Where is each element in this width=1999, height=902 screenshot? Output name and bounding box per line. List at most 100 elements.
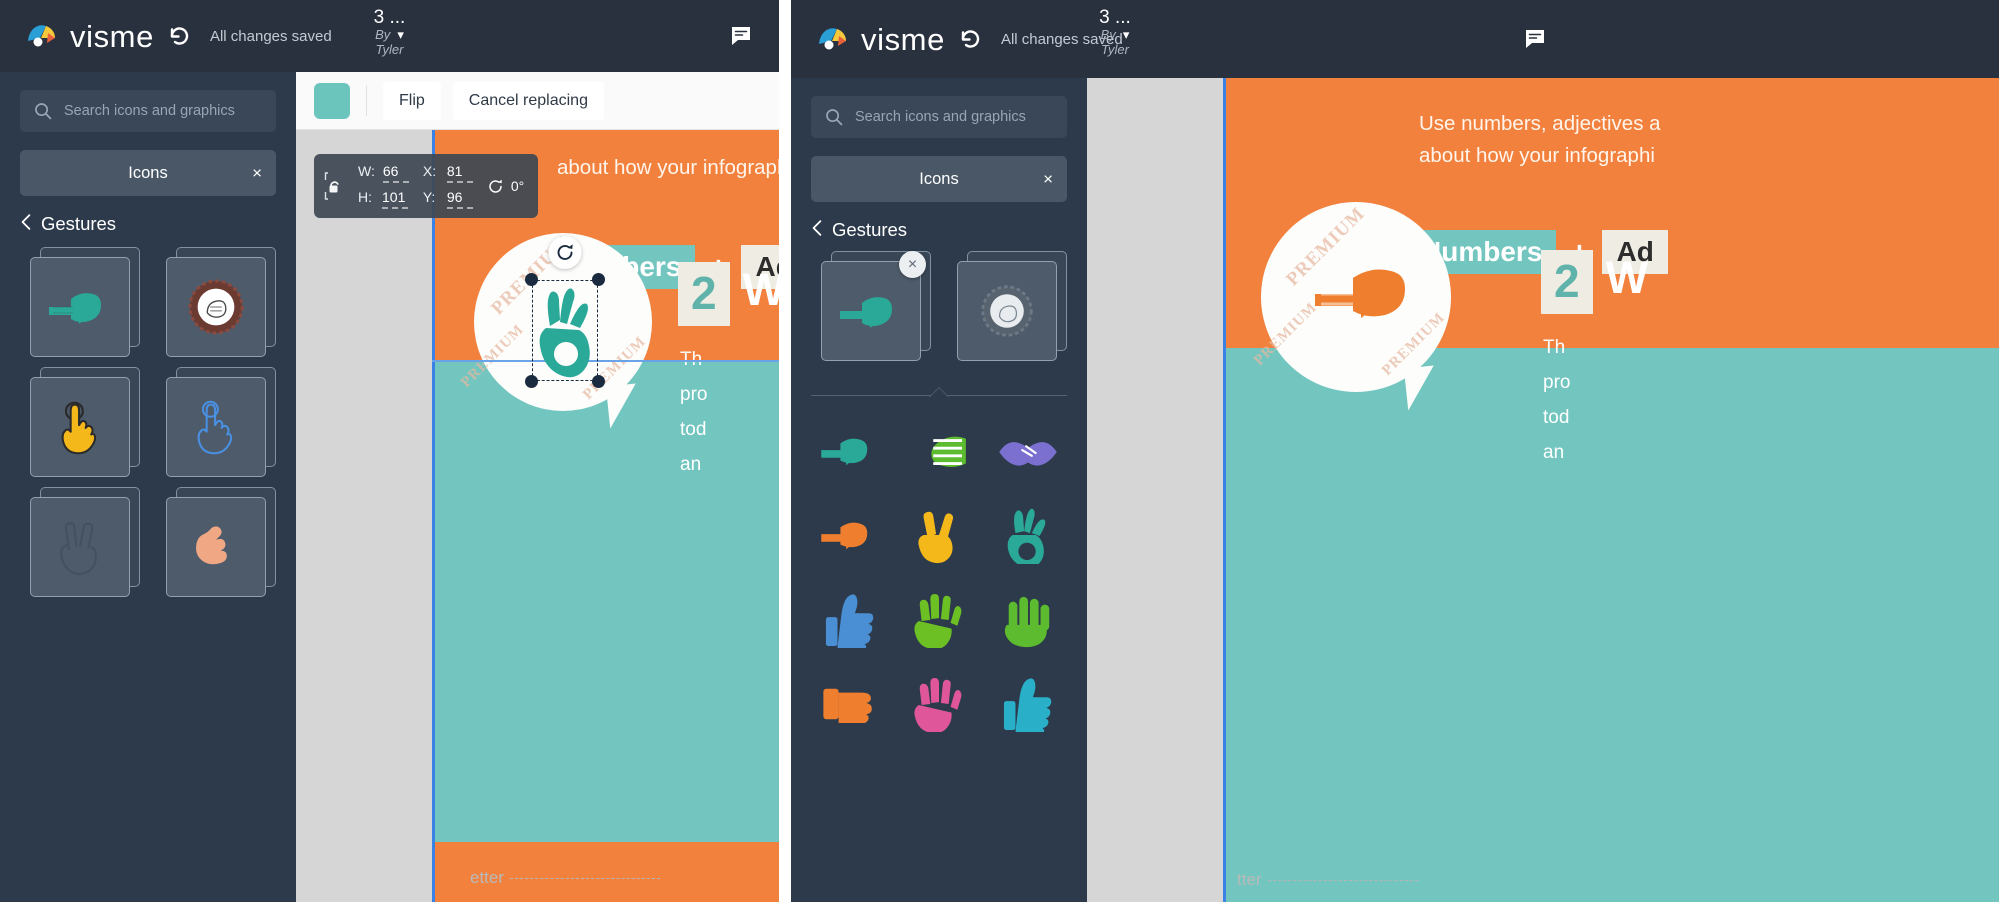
selection-box[interactable] [525,236,605,388]
height-field[interactable]: H: 101 [358,189,409,209]
cancel-replacing-button[interactable]: Cancel replacing [452,81,604,120]
visme-logo-icon [26,21,60,51]
placed-pointing-hand-shape[interactable] [1309,254,1421,332]
y-label: Y: [422,189,436,205]
tap-hand-outline-icon [166,377,266,477]
width-value[interactable]: 66 [382,163,409,183]
right-topbar: visme All changes saved 3 ... By ▾ Tyler [791,0,1999,78]
x-value[interactable]: 81 [446,163,473,183]
close-icon[interactable]: × [1043,171,1053,188]
alignment-guide-vertical [1223,78,1226,902]
chevron-down-icon[interactable]: ▾ [1123,27,1130,43]
left-logo-wrap[interactable]: visme [26,21,154,52]
icon-result-card[interactable] [30,367,140,477]
icon-result-card[interactable] [30,487,140,597]
right-logo-wrap[interactable]: visme [817,24,945,55]
body-line: an [680,454,702,476]
thumbs-up-blue-icon[interactable] [811,587,890,653]
pointing-hand-right-icon [30,257,130,357]
body-line: pro [1543,372,1571,394]
chevron-left-icon[interactable] [811,219,823,241]
height-value[interactable]: 101 [382,189,408,209]
right-selected-results: × [811,251,1067,361]
document-name: 3 ... [1099,7,1131,28]
right-canvas-footer-note: tter [1237,870,1418,890]
icon-result-card[interactable] [30,247,140,357]
thumbs-up-cyan-icon[interactable] [988,671,1067,737]
slide-header-line2: about how your infographi [1419,144,1655,167]
comparison-stage: visme All changes saved 3 ... By▾ Tyler [0,0,1999,902]
search-placeholder: Search icons and graphics [855,109,1026,125]
category-label: Icons [919,169,959,188]
close-icon[interactable]: × [252,165,262,182]
four-fingers-green-icon[interactable] [988,587,1067,653]
chevron-down-icon[interactable]: ▾ [397,27,404,43]
raised-hand-green-icon[interactable] [900,587,979,653]
alignment-guide-horizontal [432,360,779,362]
slide-band-teal [1223,348,1999,902]
icon-result-card-selected[interactable]: × [821,251,931,361]
category-pill-icons[interactable]: Icons × [20,150,276,196]
left-canvas: Flip Cancel replacing W: 66 H: 101 X: 81… [296,72,779,902]
icon-result-card[interactable] [166,367,276,477]
undo-icon[interactable] [957,26,983,52]
remove-icon[interactable]: × [899,251,926,278]
fist-orange-icon[interactable] [811,671,890,737]
rotate-handle[interactable] [548,236,582,269]
icon-result-card[interactable] [957,251,1067,361]
x-field[interactable]: X: 81 [423,163,473,183]
comment-icon[interactable] [729,24,753,48]
icon-result-card[interactable] [166,247,276,357]
chevron-left-icon[interactable] [20,213,32,235]
y-value[interactable]: 96 [446,189,473,209]
color-swatch-button[interactable] [314,82,350,119]
undo-icon[interactable] [166,23,192,49]
icon-result-card[interactable] [166,487,276,597]
brand-name: visme [861,21,945,57]
slide-header-line1: Use numbers, adjectives a [1419,112,1661,135]
toolbar-divider [366,85,367,116]
breadcrumb[interactable]: Gestures [811,219,1067,241]
pointing-hand-orange-icon[interactable] [811,503,890,569]
fist-badge-icon [166,257,266,357]
victory-hand-yellow-icon[interactable] [900,503,979,569]
pointing-hand-green-icon[interactable] [900,419,979,485]
left-editor-capture: visme All changes saved 3 ... By▾ Tyler [0,0,779,902]
y-field[interactable]: Y: 96 [423,189,473,209]
right-editor-capture: visme All changes saved 3 ... By▾ Tyler [791,0,1999,902]
ok-hand-teal-icon[interactable] [988,503,1067,569]
rotate-icon [487,178,504,195]
search-input[interactable]: Search icons and graphics [811,96,1067,138]
breadcrumb-label: Gestures [832,219,908,240]
slide-body-text: Th pro tod an [1543,330,1570,471]
left-icon-results-grid [20,247,276,597]
transform-panel[interactable]: W: 66 H: 101 X: 81 Y: 96 0° [314,154,539,218]
body-line: pro [680,384,708,406]
flip-button[interactable]: Flip [383,81,441,120]
width-field[interactable]: W: 66 [358,163,409,183]
resize-handle-top-right[interactable] [592,273,605,286]
category-pill-icons[interactable]: Icons × [811,156,1067,202]
comment-icon[interactable] [1523,27,1547,51]
step-number: 2 [678,262,730,326]
victory-hand-outline-icon [30,497,130,597]
footer-note-text: etter [470,868,505,887]
pointing-hand-teal-icon[interactable] [811,419,890,485]
resize-handle-bottom-right[interactable] [592,375,605,388]
transform-size-col: W: 66 H: 101 [358,163,409,209]
rotation-value[interactable]: 0° [511,178,524,194]
footer-dashed-line [510,878,661,880]
body-line: tod [1543,407,1570,429]
body-line: Th [1543,337,1566,358]
raised-hand-pink-icon[interactable] [900,671,979,737]
resize-handle-bottom-left[interactable] [525,375,538,388]
left-edit-toolbar: Flip Cancel replacing [296,72,779,130]
resize-handle-top-left[interactable] [525,273,538,286]
handshake-purple-icon[interactable] [988,419,1067,485]
visme-logo-icon [817,24,851,54]
breadcrumb[interactable]: Gestures [20,213,276,235]
rotation-field[interactable]: 0° [487,178,524,195]
search-input[interactable]: Search icons and graphics [20,90,276,132]
left-body: Search icons and graphics Icons × Gestur… [0,72,779,902]
unlock-icon[interactable] [324,169,344,203]
